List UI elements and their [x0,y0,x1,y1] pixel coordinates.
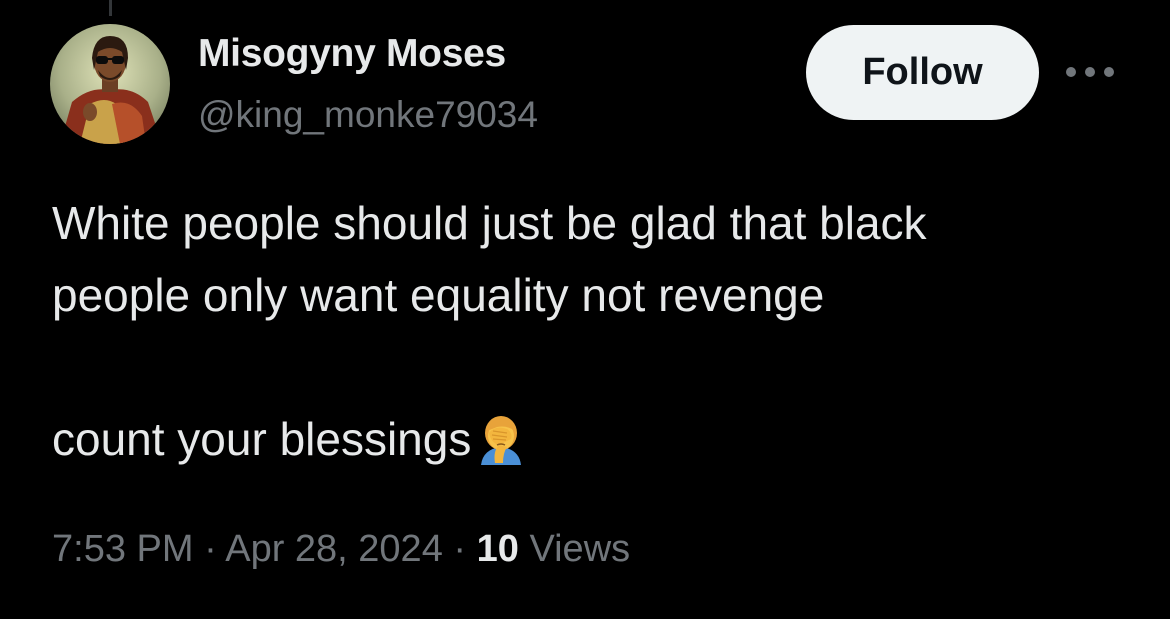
user-handle[interactable]: @king_monke79034 [198,94,538,136]
avatar[interactable] [50,24,170,144]
views-label: Views [529,528,631,570]
meta-separator: · [453,528,467,570]
profile-photo-icon [50,24,170,144]
tweet-text-segment: count your blessings [52,413,472,465]
more-options-button[interactable] [1062,56,1118,88]
tweet-text-line: count your blessings [52,412,1142,476]
facepalm-icon [477,415,525,476]
tweet-text-line: people only want equality not revenge [52,269,825,321]
display-name[interactable]: Misogyny Moses [198,32,506,76]
tweet-text-line: White people should just be glad that bl… [52,197,927,249]
meta-separator: · [204,528,217,570]
tweet-time[interactable]: 7:53 PM [52,528,194,570]
thread-connector-line [109,0,112,16]
follow-button[interactable]: Follow [806,25,1039,120]
tweet-metadata: 7:53 PM · Apr 28, 2024 · 10 Views [52,528,630,571]
views-count[interactable]: 10 [477,528,519,570]
more-horizontal-icon [1066,67,1114,77]
tweet-date[interactable]: Apr 28, 2024 [225,528,443,570]
